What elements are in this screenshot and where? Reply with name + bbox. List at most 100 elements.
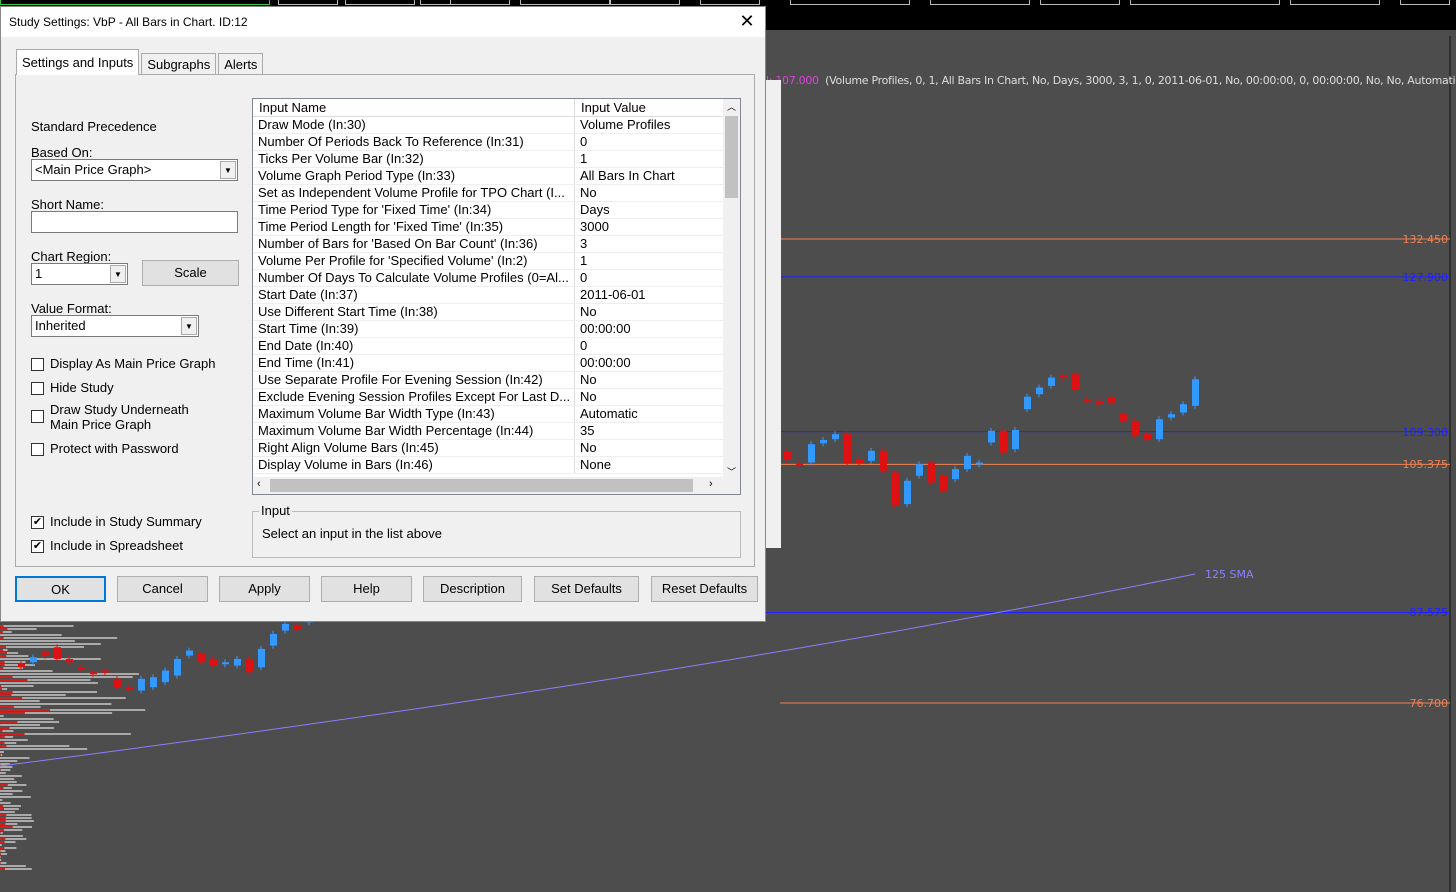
- grid-row[interactable]: Set as Independent Volume Profile for TP…: [253, 185, 740, 202]
- grid-row[interactable]: Maximum Volume Bar Width Type (In:43) Aut…: [253, 406, 740, 423]
- grid-row[interactable]: Use Different Start Time (In:38) No: [253, 304, 740, 321]
- checkbox-box[interactable]: [31, 358, 44, 371]
- help-button[interactable]: Help: [321, 576, 412, 602]
- toolbar-button[interactable]: [1290, 0, 1380, 5]
- checkbox-box[interactable]: [31, 410, 44, 423]
- toolbar-button[interactable]: [930, 0, 1030, 5]
- volume-profile-bar-down: [0, 694, 12, 696]
- grid-row[interactable]: Number Of Periods Back To Reference (In:…: [253, 134, 740, 151]
- include-spreadsheet-checkbox[interactable]: ✔ Include in Spreadsheet: [31, 538, 183, 553]
- input-value[interactable]: 0: [575, 338, 723, 354]
- chevron-down-icon[interactable]: ▼: [220, 161, 236, 179]
- input-value[interactable]: 0: [575, 134, 723, 150]
- toolbar-button[interactable]: [700, 0, 760, 5]
- protect-password-checkbox[interactable]: Protect with Password: [31, 441, 179, 456]
- input-name: Number of Bars for 'Based On Bar Count' …: [253, 236, 575, 252]
- ok-button[interactable]: OK: [15, 576, 106, 602]
- grid-row[interactable]: Time Period Type for 'Fixed Time' (In:34…: [253, 202, 740, 219]
- toolbar-button[interactable]: [450, 0, 510, 5]
- scale-button[interactable]: Scale: [142, 260, 239, 286]
- set-defaults-button[interactable]: Set Defaults: [534, 576, 639, 602]
- input-value[interactable]: Days: [575, 202, 723, 218]
- checkbox-box[interactable]: [31, 443, 44, 456]
- chevron-down-icon[interactable]: ▼: [181, 317, 197, 335]
- input-value[interactable]: No: [575, 440, 723, 456]
- include-study-summary-checkbox[interactable]: ✔ Include in Study Summary: [31, 514, 202, 529]
- grid-row[interactable]: End Time (In:41) 00:00:00: [253, 355, 740, 372]
- toolbar-button[interactable]: [278, 0, 338, 5]
- grid-row[interactable]: Start Time (In:39) 00:00:00: [253, 321, 740, 338]
- apply-button[interactable]: Apply: [219, 576, 310, 602]
- input-value[interactable]: 35: [575, 423, 723, 439]
- grid-row[interactable]: Start Date (In:37) 2011-06-01: [253, 287, 740, 304]
- tab-alerts[interactable]: Alerts: [218, 53, 264, 75]
- grid-row[interactable]: Display Volume in Bars (In:46) None: [253, 457, 740, 474]
- input-value[interactable]: 3: [575, 236, 723, 252]
- toolbar-button[interactable]: [1130, 0, 1280, 5]
- grid-row[interactable]: Volume Graph Period Type (In:33) All Bars…: [253, 168, 740, 185]
- scroll-thumb[interactable]: [725, 116, 738, 198]
- cancel-button[interactable]: Cancel: [117, 576, 208, 602]
- input-value[interactable]: 1: [575, 151, 723, 167]
- grid-row[interactable]: Volume Per Profile for 'Specified Volume…: [253, 253, 740, 270]
- input-value[interactable]: All Bars In Chart: [575, 168, 723, 184]
- input-value[interactable]: No: [575, 389, 723, 405]
- input-value[interactable]: 00:00:00: [575, 355, 723, 371]
- chevron-down-icon[interactable]: ▼: [110, 265, 126, 283]
- toolbar-button[interactable]: [1400, 0, 1450, 5]
- tab-settings-inputs[interactable]: Settings and Inputs: [16, 49, 140, 75]
- grid-row[interactable]: Ticks Per Volume Bar (In:32) 1: [253, 151, 740, 168]
- description-button[interactable]: Description: [423, 576, 522, 602]
- input-value[interactable]: 2011-06-01: [575, 287, 723, 303]
- checkbox-box[interactable]: [31, 382, 44, 395]
- toolbar-button[interactable]: [790, 0, 910, 5]
- input-name: Set as Independent Volume Profile for TP…: [253, 185, 575, 201]
- hide-study-checkbox[interactable]: Hide Study: [31, 380, 114, 395]
- scroll-right-icon[interactable]: ›: [709, 478, 713, 490]
- input-value[interactable]: No: [575, 304, 723, 320]
- grid-row[interactable]: Time Period Length for 'Fixed Time' (In:…: [253, 219, 740, 236]
- header-input-value[interactable]: Input Value: [575, 99, 723, 116]
- based-on-select[interactable]: <Main Price Graph> ▼: [31, 159, 238, 181]
- grid-row[interactable]: Number of Bars for 'Based On Bar Count' …: [253, 236, 740, 253]
- toolbar-button[interactable]: [345, 0, 415, 5]
- grid-row[interactable]: Right Align Volume Bars (In:45) No: [253, 440, 740, 457]
- scroll-up-icon[interactable]: ︿: [723, 99, 740, 116]
- checkbox-box[interactable]: ✔: [31, 540, 44, 553]
- grid-row[interactable]: End Date (In:40) 0: [253, 338, 740, 355]
- input-value[interactable]: Automatic: [575, 406, 723, 422]
- value-format-select[interactable]: Inherited ▼: [31, 315, 199, 337]
- title-bar[interactable]: Study Settings: VbP - All Bars in Chart.…: [1, 7, 765, 37]
- input-value[interactable]: No: [575, 372, 723, 388]
- header-input-name[interactable]: Input Name: [253, 99, 575, 116]
- toolbar-button[interactable]: [0, 0, 270, 5]
- draw-underneath-checkbox[interactable]: Draw Study Underneath Main Price Graph: [31, 402, 201, 432]
- input-value[interactable]: 0: [575, 270, 723, 286]
- horizontal-scrollbar[interactable]: ‹ ›: [253, 477, 740, 494]
- close-icon[interactable]: ✕: [737, 11, 757, 32]
- short-name-input[interactable]: [31, 211, 238, 233]
- tab-subgraphs[interactable]: Subgraphs: [141, 53, 217, 75]
- grid-row[interactable]: Maximum Volume Bar Width Percentage (In:…: [253, 423, 740, 440]
- toolbar-button[interactable]: [1040, 0, 1120, 5]
- input-value[interactable]: 00:00:00: [575, 321, 723, 337]
- grid-row[interactable]: Draw Mode (In:30) Volume Profiles: [253, 117, 740, 134]
- grid-row[interactable]: Number Of Days To Calculate Volume Profi…: [253, 270, 740, 287]
- scroll-left-icon[interactable]: ‹: [257, 478, 261, 490]
- display-as-main-price-graph-checkbox[interactable]: Display As Main Price Graph: [31, 356, 215, 371]
- input-value[interactable]: Volume Profiles: [575, 117, 723, 133]
- vertical-scrollbar[interactable]: ︿ ﹀: [723, 99, 740, 478]
- input-value[interactable]: None: [575, 457, 723, 473]
- input-value[interactable]: No: [575, 185, 723, 201]
- inputs-grid[interactable]: Input Name Input Value Draw Mode (In:30)…: [252, 98, 741, 495]
- grid-row[interactable]: Use Separate Profile For Evening Session…: [253, 372, 740, 389]
- hscroll-thumb[interactable]: [270, 479, 693, 492]
- grid-row[interactable]: Exclude Evening Session Profiles Except …: [253, 389, 740, 406]
- input-value[interactable]: 3000: [575, 219, 723, 235]
- reset-defaults-button[interactable]: Reset Defaults: [651, 576, 758, 602]
- checkbox-box[interactable]: ✔: [31, 516, 44, 529]
- toolbar-button[interactable]: [520, 0, 610, 5]
- chart-region-select[interactable]: 1 ▼: [31, 263, 128, 285]
- input-value[interactable]: 1: [575, 253, 723, 269]
- toolbar-button[interactable]: [610, 0, 680, 5]
